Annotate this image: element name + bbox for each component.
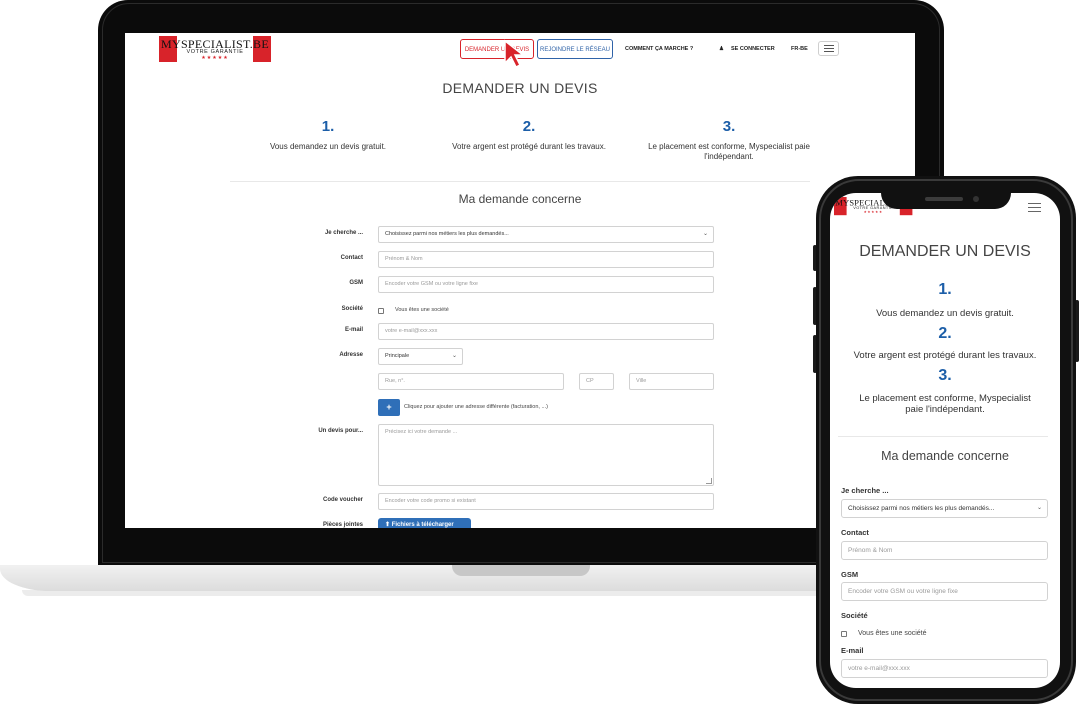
- phone-email-input[interactable]: votre e-mail@xxx.xxx: [841, 659, 1048, 678]
- chevron-down-icon: ⌄: [702, 231, 708, 237]
- phone-search-label: Je cherche ...: [841, 486, 889, 495]
- phone-step-2-number: 2.: [938, 325, 952, 342]
- how-it-works-link[interactable]: COMMENT ÇA MARCHE ?: [625, 39, 693, 59]
- step-3-number: 3.: [722, 118, 736, 135]
- laptop-screen: MYSPECIALIST.BE VOTRE GARANTIE ★★★★★ DEM…: [125, 33, 915, 528]
- company-checkbox-label: Vous êtes une société: [395, 307, 449, 313]
- phone-company-checkbox[interactable]: [841, 631, 847, 637]
- phone-divider: [838, 436, 1048, 437]
- phone-company-label: Société: [841, 611, 868, 620]
- logo-stars: ★★★★★: [863, 210, 883, 215]
- language-selector[interactable]: FR-BE: [791, 39, 808, 59]
- mouse-cursor-icon: [504, 39, 526, 69]
- resize-handle-icon[interactable]: [706, 478, 712, 484]
- add-address-button[interactable]: +: [378, 399, 400, 416]
- quote-textarea[interactable]: Précisez ici votre demande ...: [378, 424, 714, 486]
- phone-step-2-text: Votre argent est protégé durant les trav…: [853, 350, 1037, 361]
- phone-section-title: Ma demande concerne: [881, 449, 1009, 463]
- zip-input[interactable]: CP: [579, 373, 614, 390]
- top-navbar: MYSPECIALIST.BE VOTRE GARANTIE ★★★★★ DEM…: [125, 33, 915, 69]
- gsm-label: GSM: [349, 280, 363, 286]
- voucher-input[interactable]: Encoder votre code promo si existant: [378, 493, 714, 510]
- quote-label: Un devis pour...: [318, 428, 363, 434]
- site-logo[interactable]: MYSPECIALIST.BE VOTRE GARANTIE ★★★★★: [159, 36, 271, 62]
- gsm-input[interactable]: Encoder votre GSM ou votre ligne fixe: [378, 276, 714, 293]
- step-3-text: Le placement est conforme, Myspecialist …: [648, 142, 810, 161]
- email-input[interactable]: votre e-mail@xxx.xxx: [378, 323, 714, 340]
- phone-hamburger-menu-icon[interactable]: [1028, 203, 1042, 213]
- phone-email-label: E-mail: [841, 646, 864, 655]
- upload-files-button[interactable]: ⬆ Fichiers à télécharger: [378, 518, 471, 528]
- attachments-label: Pièces jointes: [322, 522, 363, 528]
- address-type-select[interactable]: Principale ⌄: [378, 348, 463, 365]
- contact-label: Contact: [340, 255, 363, 261]
- chevron-down-icon: ⌄: [1036, 505, 1042, 511]
- phone-contact-label: Contact: [841, 528, 869, 537]
- logo-stars: ★★★★★: [201, 55, 229, 61]
- phone-gsm-label: GSM: [841, 570, 859, 579]
- city-input[interactable]: Ville: [629, 373, 714, 390]
- email-label: E-mail: [344, 327, 363, 333]
- phone-step-1-number: 1.: [938, 281, 952, 298]
- phone-screen: MYSPECIALIST.BE VOTRE GARANTIE ★★★★★ DEM…: [830, 193, 1060, 688]
- step-1-text: Vous demandez un devis gratuit.: [269, 142, 387, 151]
- step-2-number: 2.: [522, 118, 536, 135]
- divider: [230, 181, 810, 182]
- page-title: DEMANDER UN DEVIS: [442, 80, 598, 96]
- phone-page-title: DEMANDER UN DEVIS: [859, 243, 1031, 260]
- laptop-notch: [452, 565, 590, 576]
- hamburger-menu-icon[interactable]: [818, 41, 839, 56]
- phone-contact-input[interactable]: Prénom & Nom: [841, 541, 1048, 560]
- quote-textarea-placeholder: Précisez ici votre demande ...: [385, 429, 458, 435]
- step-1-number: 1.: [321, 118, 335, 135]
- phone-step-3-text: Le placement est conforme, Myspecialist …: [859, 393, 1031, 415]
- phone-trade-select[interactable]: Choisissez parmi nos métiers les plus de…: [841, 499, 1048, 518]
- trade-select-value: Choisissez parmi nos métiers les plus de…: [385, 231, 509, 237]
- search-label: Je cherche ...: [324, 230, 363, 236]
- address-type-value: Principale: [385, 353, 410, 359]
- contact-input[interactable]: Prénom & Nom: [378, 251, 714, 268]
- phone-camera: [973, 196, 979, 202]
- address-label: Adresse: [339, 352, 363, 358]
- add-address-text[interactable]: Cliquez pour ajouter une adresse différe…: [404, 404, 548, 410]
- company-label: Société: [341, 306, 363, 312]
- phone-trade-select-value: Choisissez parmi nos métiers les plus de…: [848, 505, 995, 512]
- upload-files-label: Fichiers à télécharger: [391, 522, 454, 528]
- upload-icon: ⬆: [385, 522, 391, 528]
- company-checkbox[interactable]: [378, 308, 384, 314]
- login-link[interactable]: SE CONNECTER: [731, 39, 775, 59]
- join-network-button[interactable]: REJOINDRE LE RÉSEAU: [537, 39, 613, 59]
- street-input[interactable]: Rue, n°.: [378, 373, 564, 390]
- phone-step-1-text: Vous demandez un devis gratuit.: [876, 308, 1014, 319]
- chevron-down-icon: ⌄: [451, 353, 457, 359]
- phone-gsm-input[interactable]: Encoder votre GSM ou votre ligne fixe: [841, 582, 1048, 601]
- phone-company-checkbox-label: Vous êtes une société: [858, 630, 927, 637]
- section-title: Ma demande concerne: [458, 192, 582, 206]
- step-2-text: Votre argent est protégé durant les trav…: [452, 142, 606, 151]
- phone-speaker: [925, 197, 963, 201]
- phone-step-3-number: 3.: [938, 367, 952, 384]
- trade-select[interactable]: Choisissez parmi nos métiers les plus de…: [378, 226, 714, 243]
- user-icon: ♟: [719, 46, 724, 52]
- voucher-label: Code voucher: [322, 497, 363, 503]
